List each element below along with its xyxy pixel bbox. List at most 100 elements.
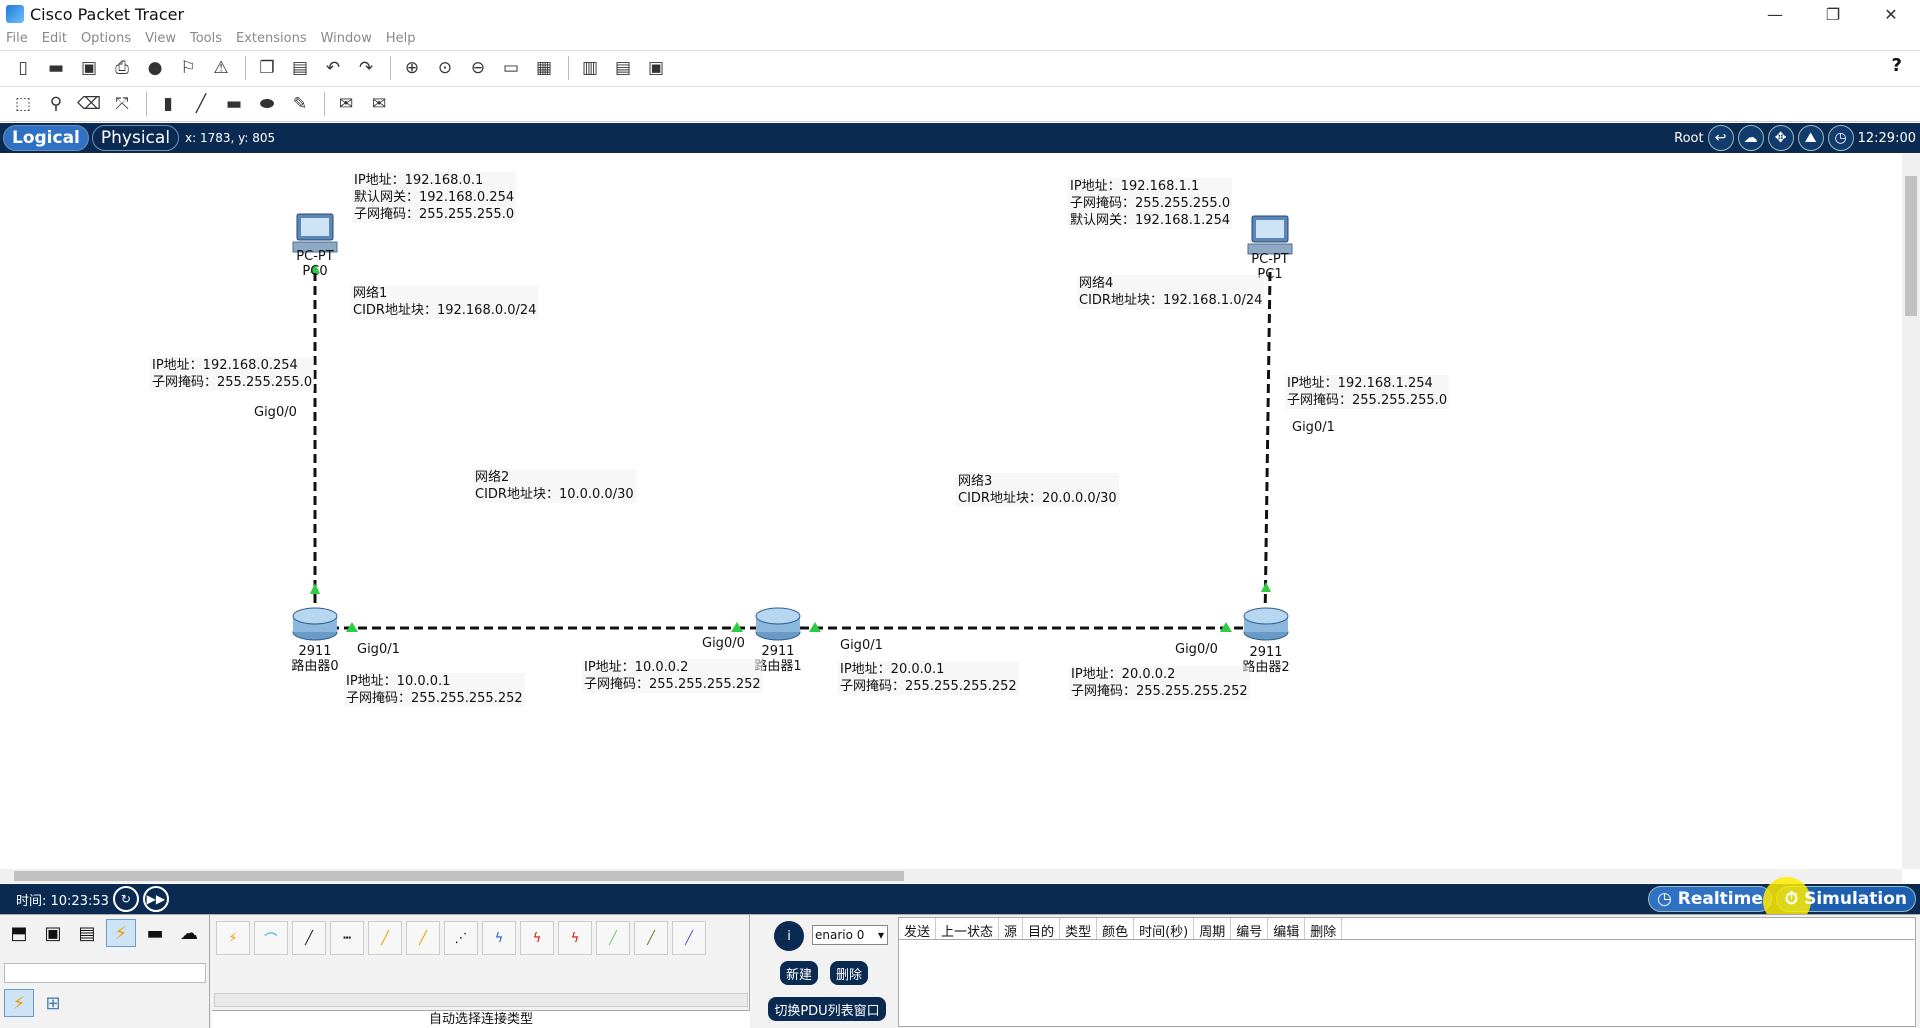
close-button[interactable]: ✕ <box>1862 0 1920 28</box>
help-icon[interactable]: ? <box>1892 55 1902 76</box>
back-icon[interactable]: ↩ <box>1707 125 1734 151</box>
workspace-horizontal-scrollbar[interactable] <box>0 869 1902 883</box>
serial-dce-icon[interactable]: ϟ <box>482 921 516 955</box>
zoom-in-icon[interactable]: ⊕ <box>397 54 427 82</box>
fast-forward-icon[interactable]: ▶▶ <box>142 886 169 912</box>
clock-icon[interactable]: ◷ <box>1827 125 1854 151</box>
scroll-thumb[interactable] <box>14 871 904 881</box>
router2-icon[interactable] <box>1243 607 1289 641</box>
realtime-mode-button[interactable]: ◷ Realtime <box>1648 886 1772 912</box>
note-r1-gig00[interactable]: IP地址：10.0.0.2 子网掩码：255.255.255.252 <box>582 659 763 693</box>
device-search-box[interactable] <box>4 963 206 983</box>
cluster-icon[interactable]: ☁ <box>1737 125 1764 151</box>
paste-icon[interactable]: ▤ <box>285 54 315 82</box>
maximize-button[interactable]: ❐ <box>1804 0 1862 28</box>
note-icon[interactable]: ▮ <box>153 90 183 118</box>
note-network3[interactable]: 网络3 CIDR地址块：20.0.0.0/30 <box>956 473 1119 507</box>
simulation-mode-button[interactable]: ⏱ Simulation <box>1762 877 1916 925</box>
crossover-cable-icon[interactable]: ┅ <box>330 921 364 955</box>
move-icon[interactable]: ✥ <box>1767 125 1794 151</box>
new-scenario-button[interactable]: 新建 <box>780 961 818 985</box>
note-r0-gig00[interactable]: IP地址：192.168.0.254 子网掩码：255.255.255.0 <box>150 357 315 391</box>
workspace-vertical-scrollbar[interactable] <box>1902 154 1920 869</box>
redo-icon[interactable]: ↷ <box>351 54 381 82</box>
note-r2-gig01[interactable]: IP地址：192.168.1.254 子网掩码：255.255.255.0 <box>1285 375 1450 409</box>
iot-cable-icon[interactable]: ╱ <box>596 921 630 955</box>
usb-cable-icon[interactable]: ╱ <box>634 921 668 955</box>
col-fire[interactable]: 发送 <box>899 918 937 940</box>
pc1-icon[interactable] <box>1247 215 1293 255</box>
inspect-icon[interactable]: ⚲ <box>41 90 71 118</box>
auto-connect-icon[interactable]: ⚡ <box>216 921 250 955</box>
multiuser-icon[interactable]: ☁ <box>174 919 204 947</box>
router0-icon[interactable] <box>292 607 338 641</box>
tab-physical[interactable]: Physical <box>91 125 180 151</box>
delete-scenario-button[interactable]: 删除 <box>830 961 868 985</box>
col-destination[interactable]: 目的 <box>1023 918 1061 940</box>
palette-icon[interactable]: ▦ <box>529 54 559 82</box>
col-last-status[interactable]: 上一状态 <box>936 918 1000 940</box>
console-cable-icon[interactable]: ⌒ <box>254 921 288 955</box>
background-icon[interactable]: ⛰ <box>1797 125 1824 151</box>
note-r1-gig01[interactable]: IP地址：20.0.0.1 子网掩码：255.255.255.252 <box>838 661 1019 695</box>
freeform-icon[interactable]: ✎ <box>285 90 315 118</box>
custom-device-icon[interactable]: ▥ <box>575 54 605 82</box>
complex-pdu-icon[interactable]: ✉ <box>364 90 394 118</box>
menu-view[interactable]: View <box>145 31 176 46</box>
coaxial-cable-icon[interactable]: ⋰ <box>444 921 478 955</box>
note-network1[interactable]: 网络1 CIDR地址块：192.168.0.0/24 <box>351 285 539 319</box>
scenario-select[interactable]: enario 0 ▾ <box>812 925 888 945</box>
note-r2-gig00[interactable]: IP地址：20.0.0.2 子网掩码：255.255.255.252 <box>1069 666 1250 700</box>
resize-icon[interactable]: ⤧ <box>107 90 137 118</box>
rectangle-icon[interactable]: ▬ <box>219 90 249 118</box>
menu-options[interactable]: Options <box>81 31 131 46</box>
fiber-cable-icon[interactable]: ╱ <box>368 921 402 955</box>
power-cycle-icon[interactable]: ↻ <box>112 886 139 912</box>
info-icon[interactable]: i <box>774 921 804 951</box>
wizard-icon[interactable]: ⚐ <box>173 54 203 82</box>
network-devices-icon[interactable]: ⬒ <box>4 919 34 947</box>
link-pc1-r2[interactable] <box>1263 271 1272 623</box>
components-icon[interactable]: ▤ <box>72 919 102 947</box>
menu-file[interactable]: File <box>6 31 28 46</box>
menu-extensions[interactable]: Extensions <box>236 31 307 46</box>
phone-cable-icon[interactable]: ╱ <box>406 921 440 955</box>
connections-icon[interactable]: ⚡ <box>106 919 136 947</box>
menu-window[interactable]: Window <box>321 31 372 46</box>
simple-pdu-icon[interactable]: ✉ <box>331 90 361 118</box>
save-icon[interactable]: ▣ <box>74 54 104 82</box>
logical-workspace[interactable]: PC-PT PC0 PC-PT PC1 2911 路由器0 2911 路由器1 … <box>0 154 1902 869</box>
copy-icon[interactable]: ❐ <box>252 54 282 82</box>
device-template-icon[interactable]: ▤ <box>608 54 638 82</box>
col-type[interactable]: 类型 <box>1060 918 1098 940</box>
delete-icon[interactable]: ⌫ <box>74 90 104 118</box>
col-delete[interactable]: 删除 <box>1305 918 1343 940</box>
note-network4[interactable]: 网络4 CIDR地址块：192.168.1.0/24 <box>1077 275 1265 309</box>
zoom-out-icon[interactable]: ⊖ <box>463 54 493 82</box>
col-num[interactable]: 编号 <box>1231 918 1269 940</box>
col-source[interactable]: 源 <box>999 918 1024 940</box>
print-icon[interactable]: ⎙ <box>107 54 137 82</box>
serial-dte-icon[interactable]: ϟ <box>520 921 554 955</box>
undo-icon[interactable]: ↶ <box>318 54 348 82</box>
minimize-button[interactable]: — <box>1746 0 1804 28</box>
network-info-icon[interactable]: ⚠ <box>206 54 236 82</box>
scroll-thumb[interactable] <box>1905 176 1917 316</box>
ellipse-icon[interactable]: ⬬ <box>252 90 282 118</box>
note-r0-gig01[interactable]: IP地址：10.0.0.1 子网掩码：255.255.255.252 <box>344 673 525 707</box>
wireless-cable-icon[interactable]: ╱ <box>672 921 706 955</box>
menu-tools[interactable]: Tools <box>190 31 222 46</box>
grid-icon[interactable]: ⊞ <box>38 989 68 1017</box>
toggle-pdu-list-button[interactable]: 切换PDU列表窗口 <box>768 997 886 1021</box>
connections-sub-icon[interactable]: ⚡ <box>4 989 34 1017</box>
zoom-reset-icon[interactable]: ⊙ <box>430 54 460 82</box>
note-network2[interactable]: 网络2 CIDR地址块：10.0.0.0/30 <box>473 469 636 503</box>
col-color[interactable]: 颜色 <box>1097 918 1135 940</box>
open-folder-icon[interactable]: ▬ <box>41 54 71 82</box>
octal-cable-icon[interactable]: ϟ <box>558 921 592 955</box>
note-pc1-config[interactable]: IP地址：192.168.1.1 子网掩码：255.255.255.0 默认网关… <box>1068 178 1233 229</box>
col-edit[interactable]: 编辑 <box>1268 918 1306 940</box>
pc0-icon[interactable] <box>292 213 338 253</box>
select-icon[interactable]: ⬚ <box>8 90 38 118</box>
note-pc0-config[interactable]: IP地址：192.168.0.1 默认网关：192.168.0.254 子网掩码… <box>352 172 517 223</box>
